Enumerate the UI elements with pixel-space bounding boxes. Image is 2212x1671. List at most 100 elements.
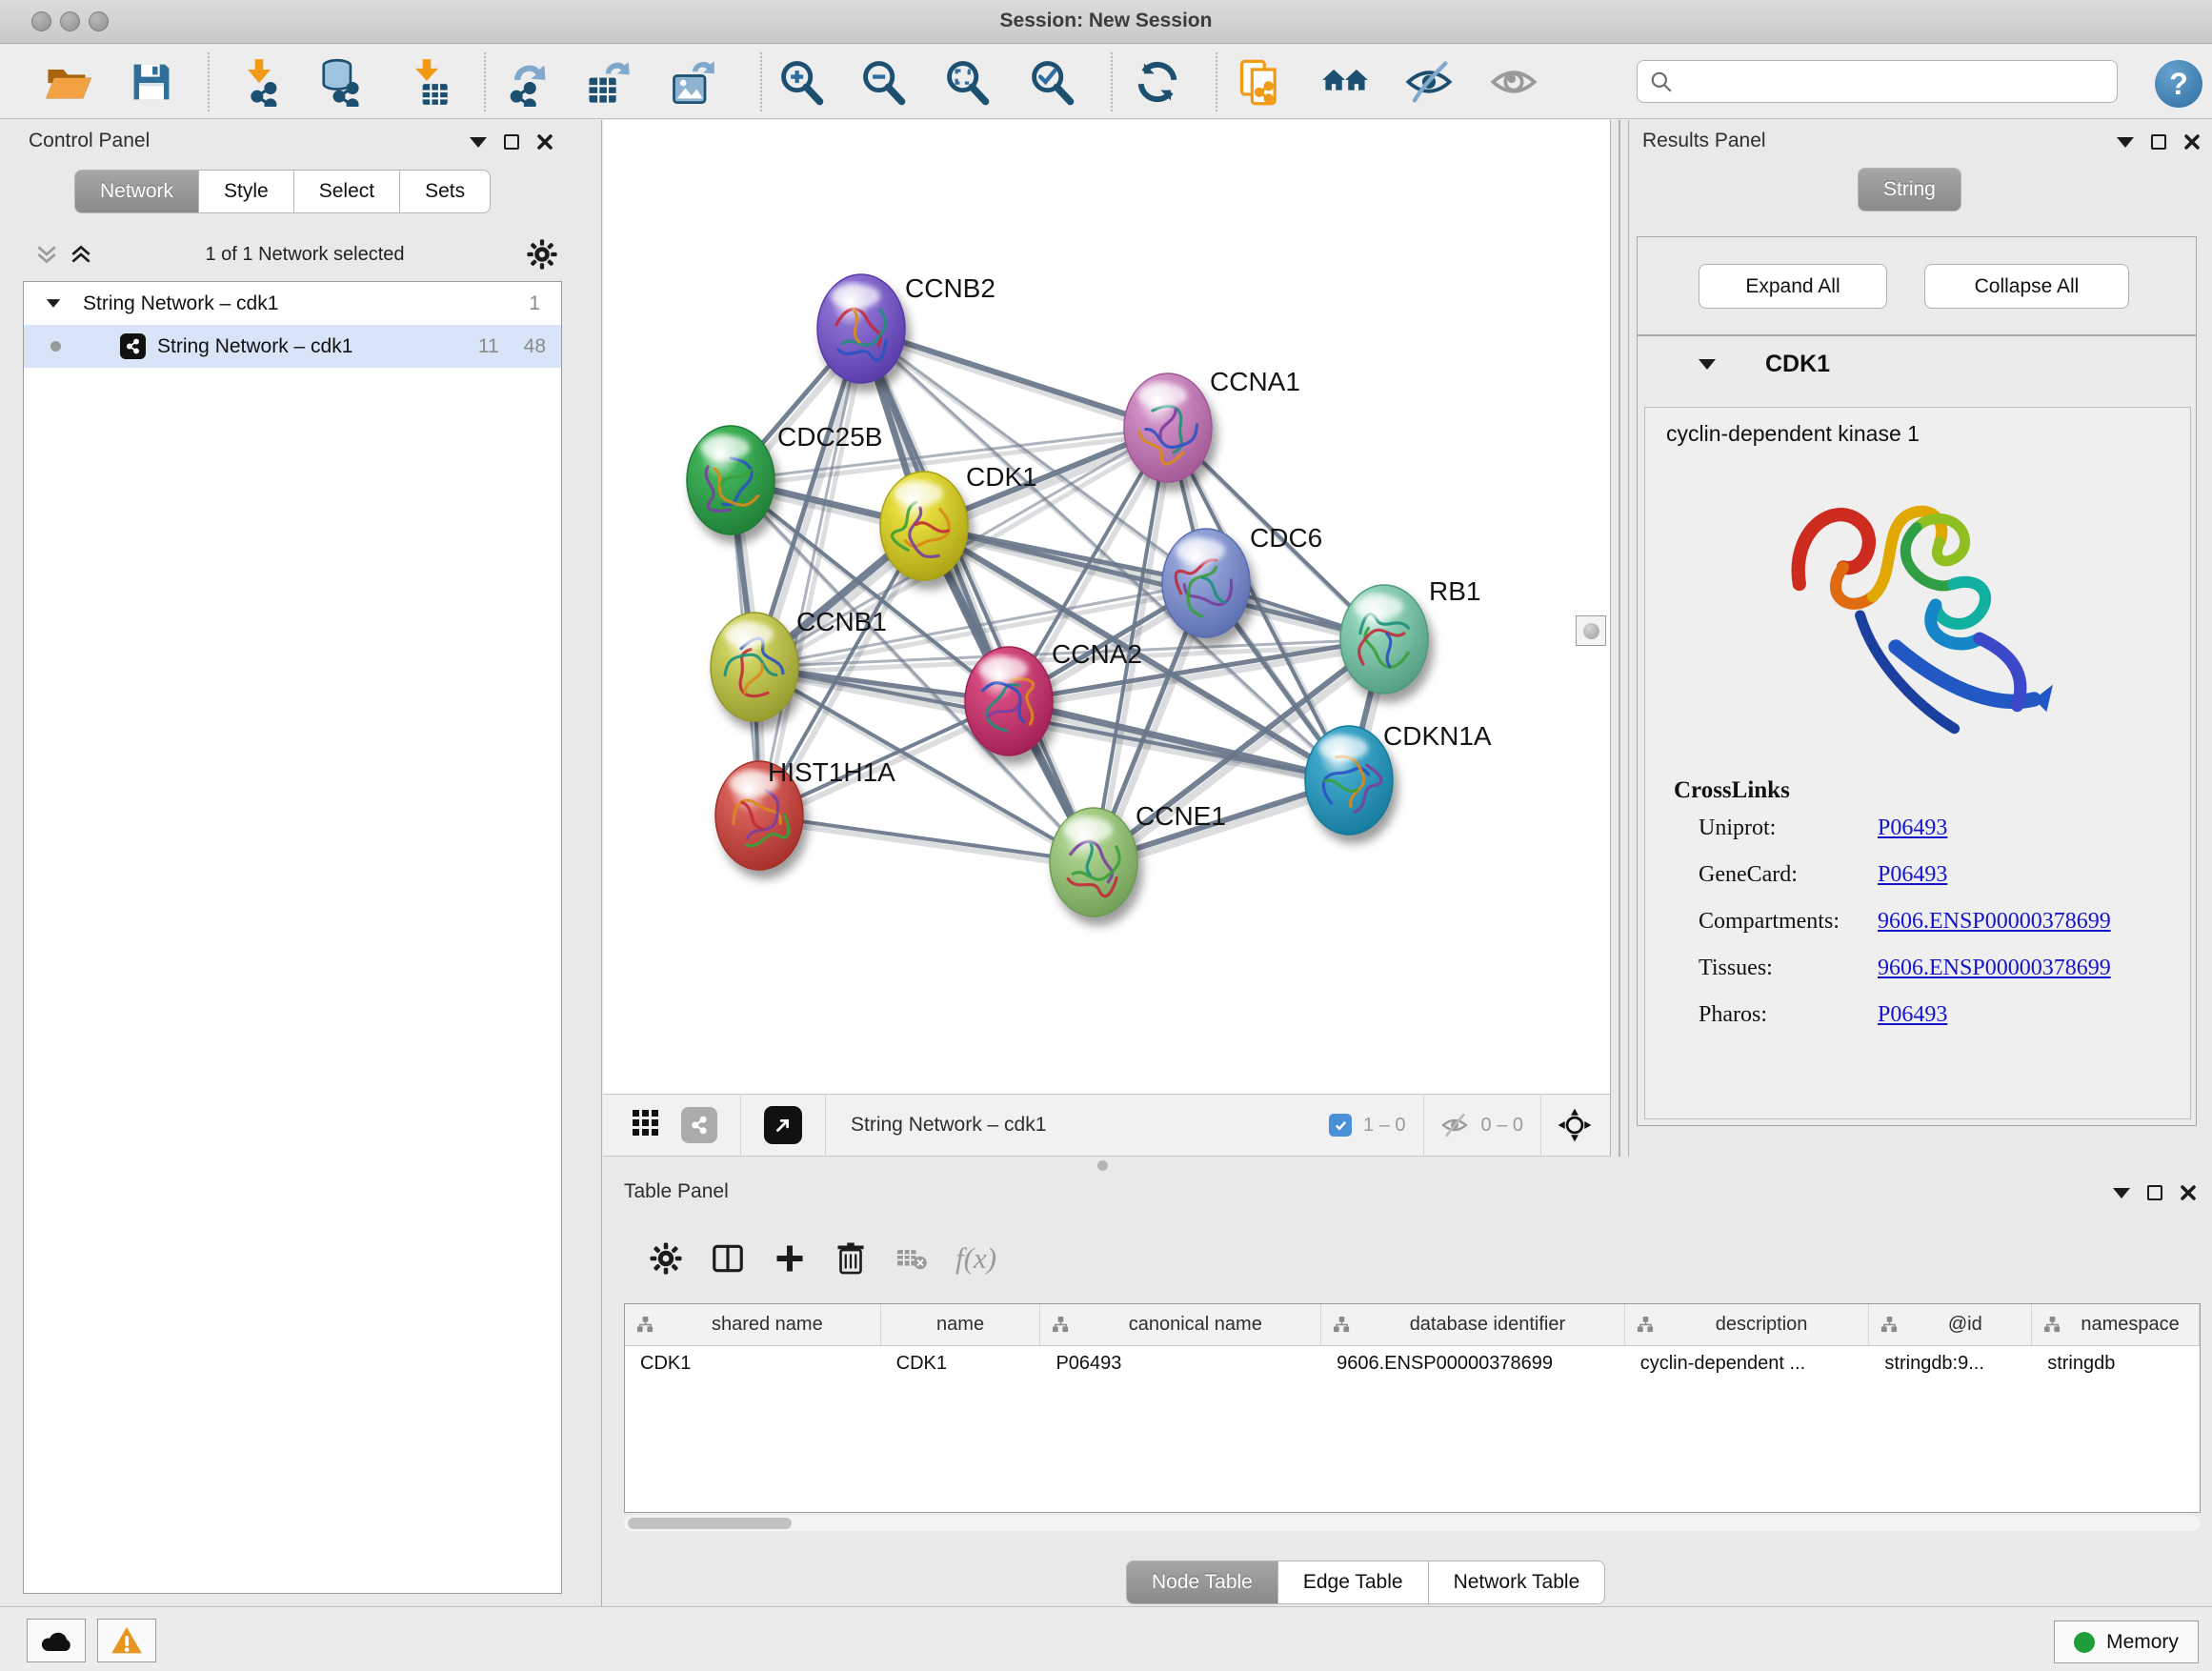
network-canvas[interactable]: CCNB2CCNA1CDC25BCDK1CDC6RB1CCNB1CCNA2CDK… — [603, 120, 1610, 1094]
panel-float-icon[interactable] — [504, 134, 519, 150]
table-options-gear-button[interactable] — [649, 1241, 683, 1276]
cloud-status-button[interactable] — [27, 1619, 86, 1662]
collapse-all-networks-button[interactable] — [34, 242, 59, 272]
zoom-out-button[interactable] — [855, 54, 911, 110]
hidden-eye-slash-icon — [1439, 1110, 1470, 1140]
network-node-CDC6[interactable] — [1162, 529, 1250, 637]
column-header-shared-name[interactable]: shared name — [625, 1304, 881, 1345]
network-row[interactable]: String Network – cdk1 11 48 — [24, 325, 561, 368]
zoom-selected-button[interactable] — [1024, 54, 1079, 110]
table-cell[interactable]: CDK1 — [625, 1353, 881, 1375]
tab-string[interactable]: String — [1858, 168, 1961, 211]
network-edge[interactable] — [866, 334, 1098, 868]
column-header-canonical-name[interactable]: canonical name — [1040, 1304, 1321, 1345]
table-cell[interactable]: cyclin-dependent ... — [1625, 1353, 1870, 1375]
gene-section-header[interactable]: CDK1 — [1638, 336, 2196, 392]
export-table-button[interactable] — [580, 54, 635, 110]
panel-menu-icon[interactable] — [470, 137, 487, 148]
network-node-CDK1[interactable] — [880, 472, 968, 580]
first-neighbors-button[interactable] — [1317, 54, 1373, 110]
network-node-CCNA1[interactable] — [1124, 373, 1212, 482]
panel-close-icon[interactable] — [536, 133, 553, 151]
panel-menu-icon[interactable] — [2113, 1188, 2130, 1198]
zoom-in-button[interactable] — [774, 54, 829, 110]
scrollbar-thumb[interactable] — [628, 1518, 792, 1529]
table-cell[interactable]: stringdb — [2032, 1353, 2200, 1375]
network-node-CCNB1[interactable] — [711, 613, 798, 721]
import-network-file-button[interactable] — [231, 54, 287, 110]
table-cell[interactable]: 9606.ENSP00000378699 — [1321, 1353, 1625, 1375]
save-session-button[interactable] — [124, 54, 179, 110]
panel-float-icon[interactable] — [2151, 134, 2166, 150]
network-node-CCNB2[interactable] — [817, 274, 905, 383]
crosslink-value-link[interactable]: 9606.ENSP00000378699 — [1878, 909, 2111, 935]
refresh-view-button[interactable] — [1130, 54, 1185, 110]
help-button[interactable]: ? — [2155, 60, 2202, 108]
grid-view-button[interactable] — [632, 1109, 660, 1142]
panel-close-icon[interactable] — [2180, 1184, 2197, 1201]
table-type-tabs: Node Table Edge Table Network Table — [1126, 1560, 1605, 1604]
table-horizontal-scrollbar[interactable] — [624, 1516, 2201, 1531]
tab-select[interactable]: Select — [294, 170, 400, 213]
table-cell[interactable]: CDK1 — [881, 1353, 1041, 1375]
network-node-CCNE1[interactable] — [1050, 808, 1137, 916]
delete-column-button[interactable] — [834, 1241, 868, 1276]
selected-checkbox-icon[interactable] — [1329, 1114, 1352, 1137]
tab-node-table[interactable]: Node Table — [1126, 1560, 1278, 1604]
table-cell[interactable]: stringdb:9... — [1869, 1353, 2032, 1375]
column-header-namespace[interactable]: namespace — [2032, 1304, 2200, 1345]
detach-view-button[interactable] — [764, 1106, 802, 1144]
panel-float-icon[interactable] — [2147, 1185, 2162, 1200]
fit-crosshair-button[interactable] — [1557, 1107, 1593, 1143]
clone-network-button[interactable] — [1233, 54, 1288, 110]
tab-style[interactable]: Style — [199, 170, 294, 213]
network-collection-row[interactable]: String Network – cdk1 1 — [24, 282, 561, 325]
import-table-file-button[interactable] — [399, 54, 454, 110]
crosslink-value-link[interactable]: P06493 — [1878, 1002, 1947, 1028]
tab-network[interactable]: Network — [74, 170, 199, 213]
open-session-button[interactable] — [40, 54, 95, 110]
section-collapse-icon[interactable] — [1699, 359, 1716, 370]
panel-menu-icon[interactable] — [2117, 137, 2134, 148]
network-options-gear-button[interactable] — [526, 238, 558, 275]
toolbar-separator — [760, 52, 762, 111]
crosslink-value-link[interactable]: P06493 — [1878, 815, 1947, 841]
show-columns-button[interactable] — [710, 1240, 746, 1277]
hide-selected-button[interactable] — [1401, 54, 1457, 110]
export-image-button[interactable] — [665, 54, 720, 110]
memory-button[interactable]: Memory — [2054, 1621, 2199, 1663]
search-input[interactable] — [1674, 70, 2093, 92]
network-edge[interactable] — [861, 329, 1168, 428]
tab-sets[interactable]: Sets — [400, 170, 491, 213]
crosslink-value-link[interactable]: P06493 — [1878, 862, 1947, 888]
table-cell[interactable]: P06493 — [1040, 1353, 1321, 1375]
tab-network-table[interactable]: Network Table — [1429, 1560, 1606, 1604]
show-all-button[interactable] — [1486, 54, 1541, 110]
column-header-database-identifier[interactable]: database identifier — [1321, 1304, 1625, 1345]
network-node-RB1[interactable] — [1340, 585, 1428, 694]
splitter-handle[interactable] — [1576, 615, 1606, 646]
export-network-button[interactable] — [499, 54, 554, 110]
table-row[interactable]: CDK1CDK1P064939606.ENSP00000378699cyclin… — [625, 1346, 2200, 1380]
panel-close-icon[interactable] — [2183, 133, 2201, 151]
create-column-button[interactable] — [773, 1241, 807, 1276]
column-header--id[interactable]: @id — [1869, 1304, 2032, 1345]
collapse-all-button[interactable]: Collapse All — [1924, 264, 2129, 309]
network-node-CDKN1A[interactable] — [1305, 726, 1393, 835]
network-node-CDC25B[interactable] — [687, 426, 774, 534]
column-header-description[interactable]: description — [1625, 1304, 1870, 1345]
network-share-badge[interactable] — [681, 1107, 717, 1143]
tab-edge-table[interactable]: Edge Table — [1278, 1560, 1429, 1604]
warnings-button[interactable] — [97, 1619, 156, 1662]
network-node-CCNA2[interactable] — [965, 647, 1053, 755]
column-header-name[interactable]: name — [881, 1304, 1041, 1345]
zoom-fit-button[interactable] — [939, 54, 995, 110]
network-graph[interactable]: CCNB2CCNA1CDC25BCDK1CDC6RB1CCNB1CCNA2CDK… — [603, 120, 1610, 1094]
expand-all-networks-button[interactable] — [69, 242, 93, 272]
import-network-database-button[interactable] — [312, 54, 367, 110]
network-edge[interactable] — [764, 821, 1098, 868]
network-status-dot — [50, 341, 61, 352]
tree-expand-icon[interactable] — [47, 299, 60, 308]
crosslink-value-link[interactable]: 9606.ENSP00000378699 — [1878, 956, 2111, 981]
expand-all-button[interactable]: Expand All — [1699, 264, 1887, 309]
